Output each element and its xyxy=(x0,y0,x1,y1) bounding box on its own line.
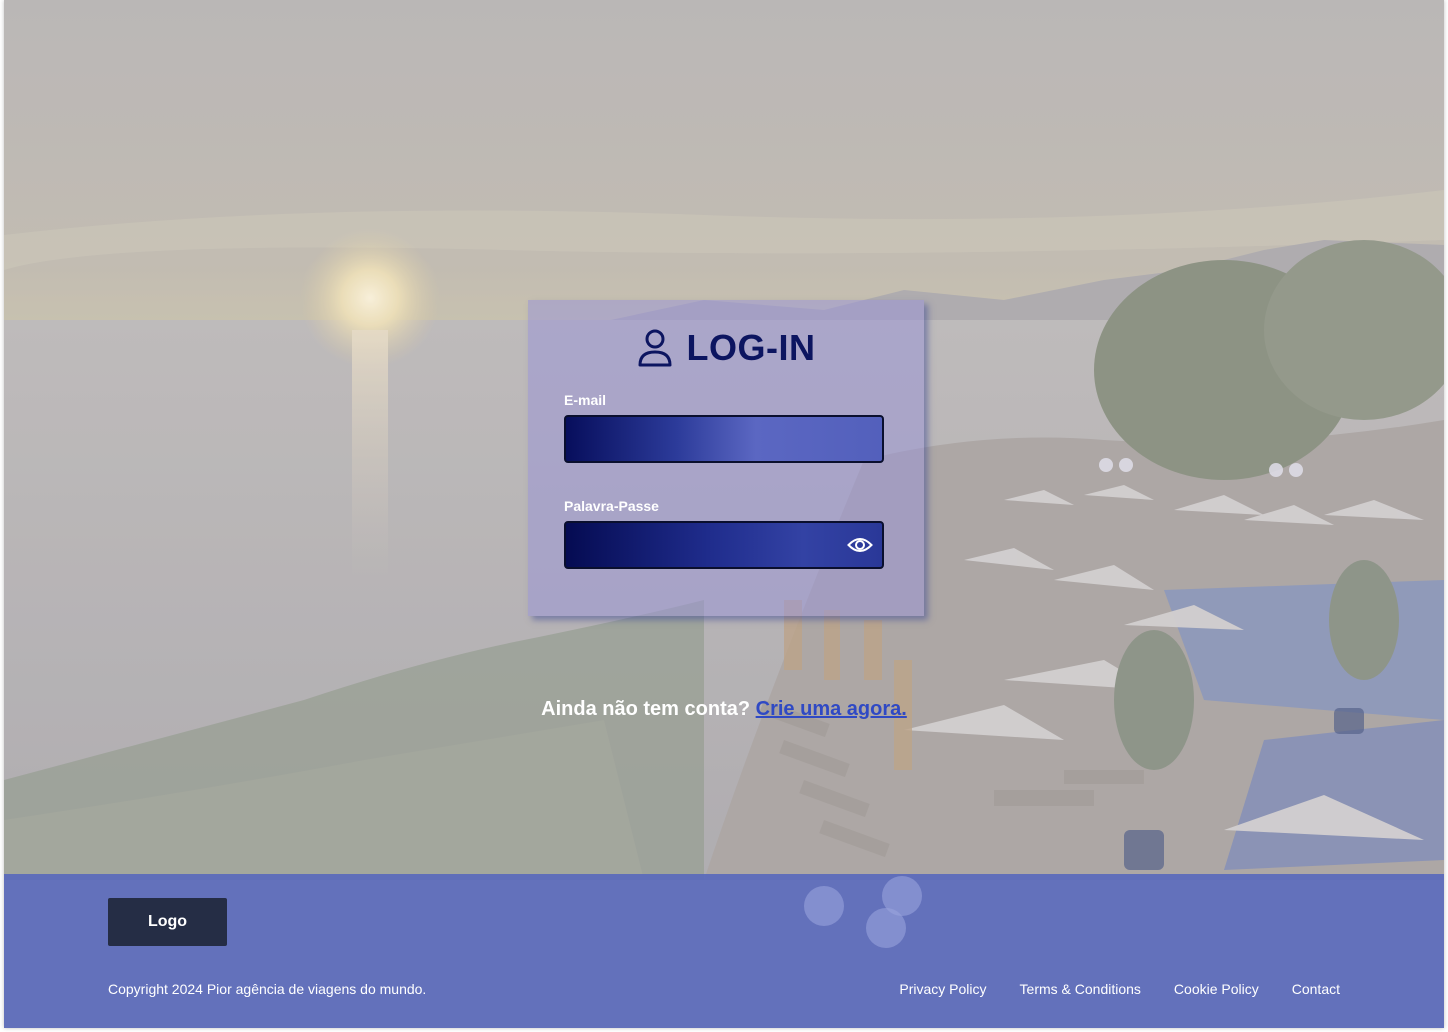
show-password-button[interactable] xyxy=(846,531,874,559)
cookie-policy-link[interactable]: Cookie Policy xyxy=(1174,981,1259,997)
eye-icon xyxy=(847,538,873,552)
user-icon xyxy=(638,329,671,367)
logo[interactable]: Logo xyxy=(108,898,227,946)
signup-text: Ainda não tem conta? xyxy=(541,698,751,720)
copyright-text: Copyright 2024 Pior agência de viagens d… xyxy=(108,981,427,997)
password-label: Palavra-Passe xyxy=(564,498,659,514)
login-card: LOG-IN E-mail Palavra-Passe xyxy=(528,300,924,616)
login-heading: LOG-IN xyxy=(528,326,924,370)
contact-link[interactable]: Contact xyxy=(1292,981,1340,997)
footer-links: Privacy Policy Terms & Conditions Cookie… xyxy=(899,981,1340,997)
page: LOG-IN E-mail Palavra-Passe Ainda não te… xyxy=(4,0,1444,1028)
footer-lamps-decoration xyxy=(804,876,922,948)
email-field[interactable] xyxy=(564,415,884,463)
terms-conditions-link[interactable]: Terms & Conditions xyxy=(1020,981,1141,997)
password-field[interactable] xyxy=(564,521,884,569)
signup-link[interactable]: Crie uma agora. xyxy=(756,698,907,720)
privacy-policy-link[interactable]: Privacy Policy xyxy=(899,981,986,997)
footer: Logo Copyright 2024 Pior agência de viag… xyxy=(4,874,1444,1028)
signup-prompt: Ainda não tem conta? Crie uma agora. xyxy=(4,698,1444,721)
login-title: LOG-IN xyxy=(686,327,816,368)
email-label: E-mail xyxy=(564,392,607,408)
